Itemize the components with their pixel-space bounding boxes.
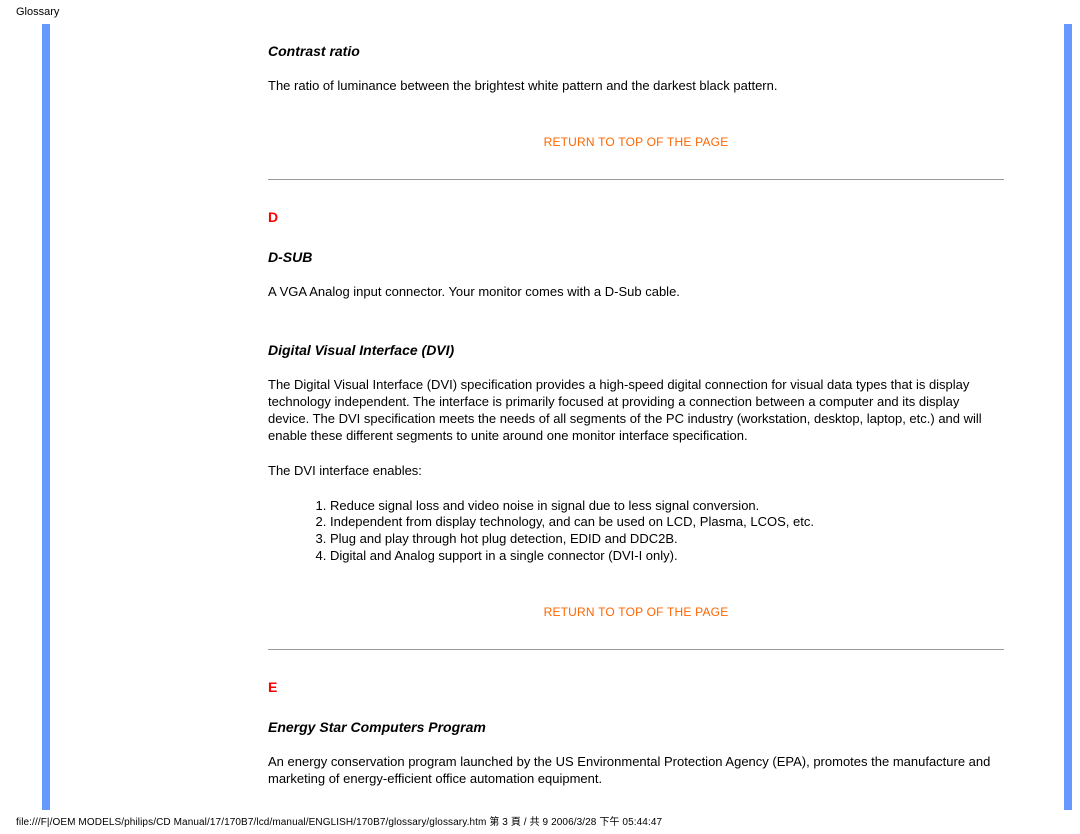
left-sidebar-stripe — [42, 24, 50, 810]
term-title-dvi: Digital Visual Interface (DVI) — [268, 341, 1004, 359]
separator — [268, 179, 1004, 180]
term-title-energystar: Energy Star Computers Program — [268, 718, 1004, 736]
content-background: Contrast ratio The ratio of luminance be… — [50, 24, 1064, 810]
dvi-enables-intro: The DVI interface enables: — [268, 463, 1004, 480]
term-body-energystar: An energy conservation program launched … — [268, 754, 1004, 788]
dvi-list-item: Reduce signal loss and video noise in si… — [330, 498, 1004, 515]
section-letter-e: E — [268, 678, 1004, 696]
page-frame: Contrast ratio The ratio of luminance be… — [42, 24, 1072, 810]
term-title-contrast: Contrast ratio — [268, 42, 1004, 60]
glossary-content: Contrast ratio The ratio of luminance be… — [50, 24, 1064, 810]
return-to-top-link[interactable]: RETURN TO TOP OF THE PAGE — [268, 605, 1004, 621]
footer-path: file:///F|/OEM MODELS/philips/CD Manual/… — [16, 813, 662, 828]
right-sidebar-stripe — [1064, 24, 1072, 810]
term-body-dsub: A VGA Analog input connector. Your monit… — [268, 284, 1004, 301]
dvi-list: Reduce signal loss and video noise in si… — [268, 498, 1004, 566]
section-letter-d: D — [268, 208, 1004, 226]
term-body-dvi: The Digital Visual Interface (DVI) speci… — [268, 377, 1004, 445]
dvi-list-item: Plug and play through hot plug detection… — [330, 531, 1004, 548]
page-label: Glossary — [16, 6, 59, 18]
separator — [268, 649, 1004, 650]
dvi-list-item: Digital and Analog support in a single c… — [330, 548, 1004, 565]
term-body-contrast: The ratio of luminance between the brigh… — [268, 78, 1004, 95]
return-to-top-link[interactable]: RETURN TO TOP OF THE PAGE — [268, 135, 1004, 151]
term-title-dsub: D-SUB — [268, 248, 1004, 266]
dvi-list-item: Independent from display technology, and… — [330, 514, 1004, 531]
